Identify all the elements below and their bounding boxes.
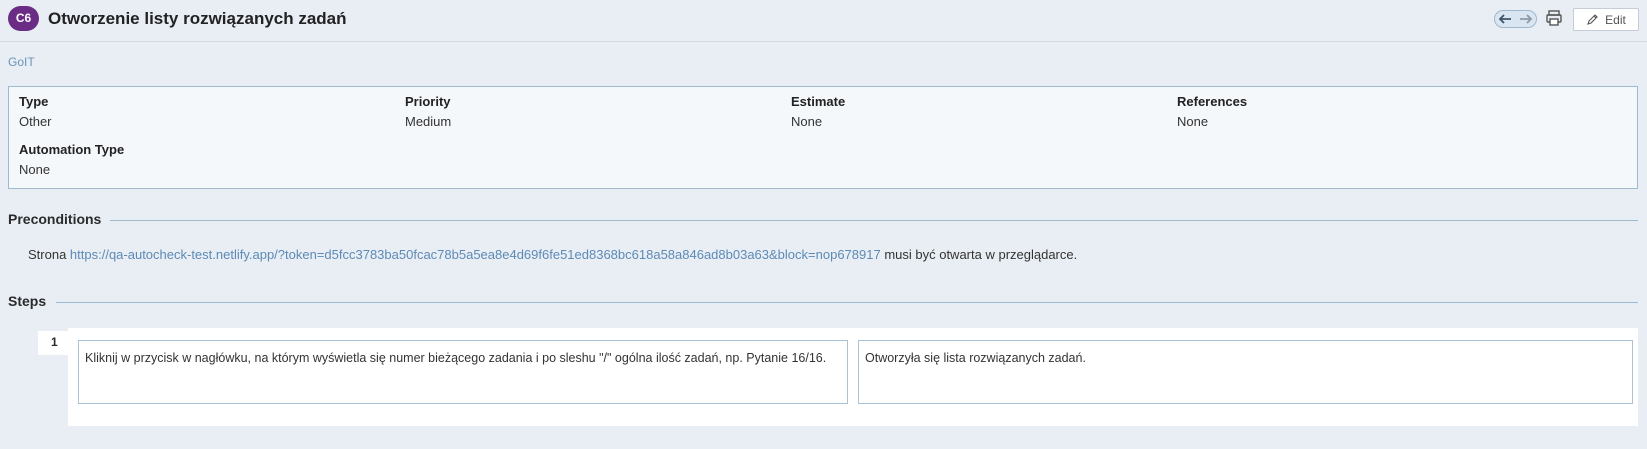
arrow-left-icon: [1498, 13, 1511, 24]
edit-button-label: Edit: [1605, 12, 1626, 27]
next-case-button[interactable]: [1519, 13, 1533, 26]
step-content: Kliknij w przycisk w nagłówku, na którym…: [78, 340, 848, 404]
property-value: Medium: [405, 114, 452, 129]
property-label: Priority: [405, 94, 451, 109]
precondition-suffix: musi być otwarta w przeglądarce.: [880, 247, 1078, 262]
property-label: Automation Type: [19, 142, 125, 157]
section-divider: [110, 220, 1638, 221]
property-references: References None: [1177, 94, 1247, 129]
property-label: Estimate: [791, 94, 846, 109]
property-value: None: [791, 114, 823, 129]
step-number: 1: [38, 331, 68, 355]
edit-button[interactable]: Edit: [1573, 8, 1639, 31]
property-label: Type: [19, 94, 49, 109]
step-row: Kliknij w przycisk w nagłówku, na którym…: [68, 328, 1638, 426]
case-properties-panel: Type Other Priority Medium Estimate None…: [8, 86, 1638, 189]
case-title: Otworzenie listy rozwiązanych zadań: [48, 9, 347, 28]
print-button[interactable]: [1545, 9, 1563, 27]
property-value: Other: [19, 114, 52, 129]
preconditions-text: Strona https://qa-autocheck-test.netlify…: [28, 247, 1077, 262]
step-expected-result: Otworzyła się lista rozwiązanych zadań.: [858, 340, 1633, 404]
pencil-icon: [1587, 13, 1598, 25]
printer-icon: [1546, 10, 1562, 26]
arrow-right-icon: [1520, 13, 1533, 24]
property-priority: Priority Medium: [405, 94, 451, 129]
property-estimate: Estimate None: [791, 94, 845, 129]
preconditions-heading: Preconditions: [8, 211, 102, 227]
case-id-badge: C6: [8, 6, 39, 31]
property-label: References: [1177, 94, 1248, 109]
property-value: None: [19, 162, 51, 177]
precondition-prefix: Strona: [28, 247, 70, 262]
property-value: None: [1177, 114, 1209, 129]
steps-heading: Steps: [8, 293, 47, 309]
precondition-link[interactable]: https://qa-autocheck-test.netlify.app/?t…: [70, 247, 881, 262]
property-type: Type Other: [19, 94, 52, 129]
case-navigation: [1494, 10, 1537, 28]
previous-case-button[interactable]: [1498, 13, 1512, 26]
section-divider: [56, 302, 1638, 303]
breadcrumb[interactable]: GoIT: [8, 55, 35, 69]
case-header: C6 Otworzenie listy rozwiązanych zadań E…: [0, 0, 1647, 42]
property-automation-type: Automation Type None: [19, 142, 124, 177]
